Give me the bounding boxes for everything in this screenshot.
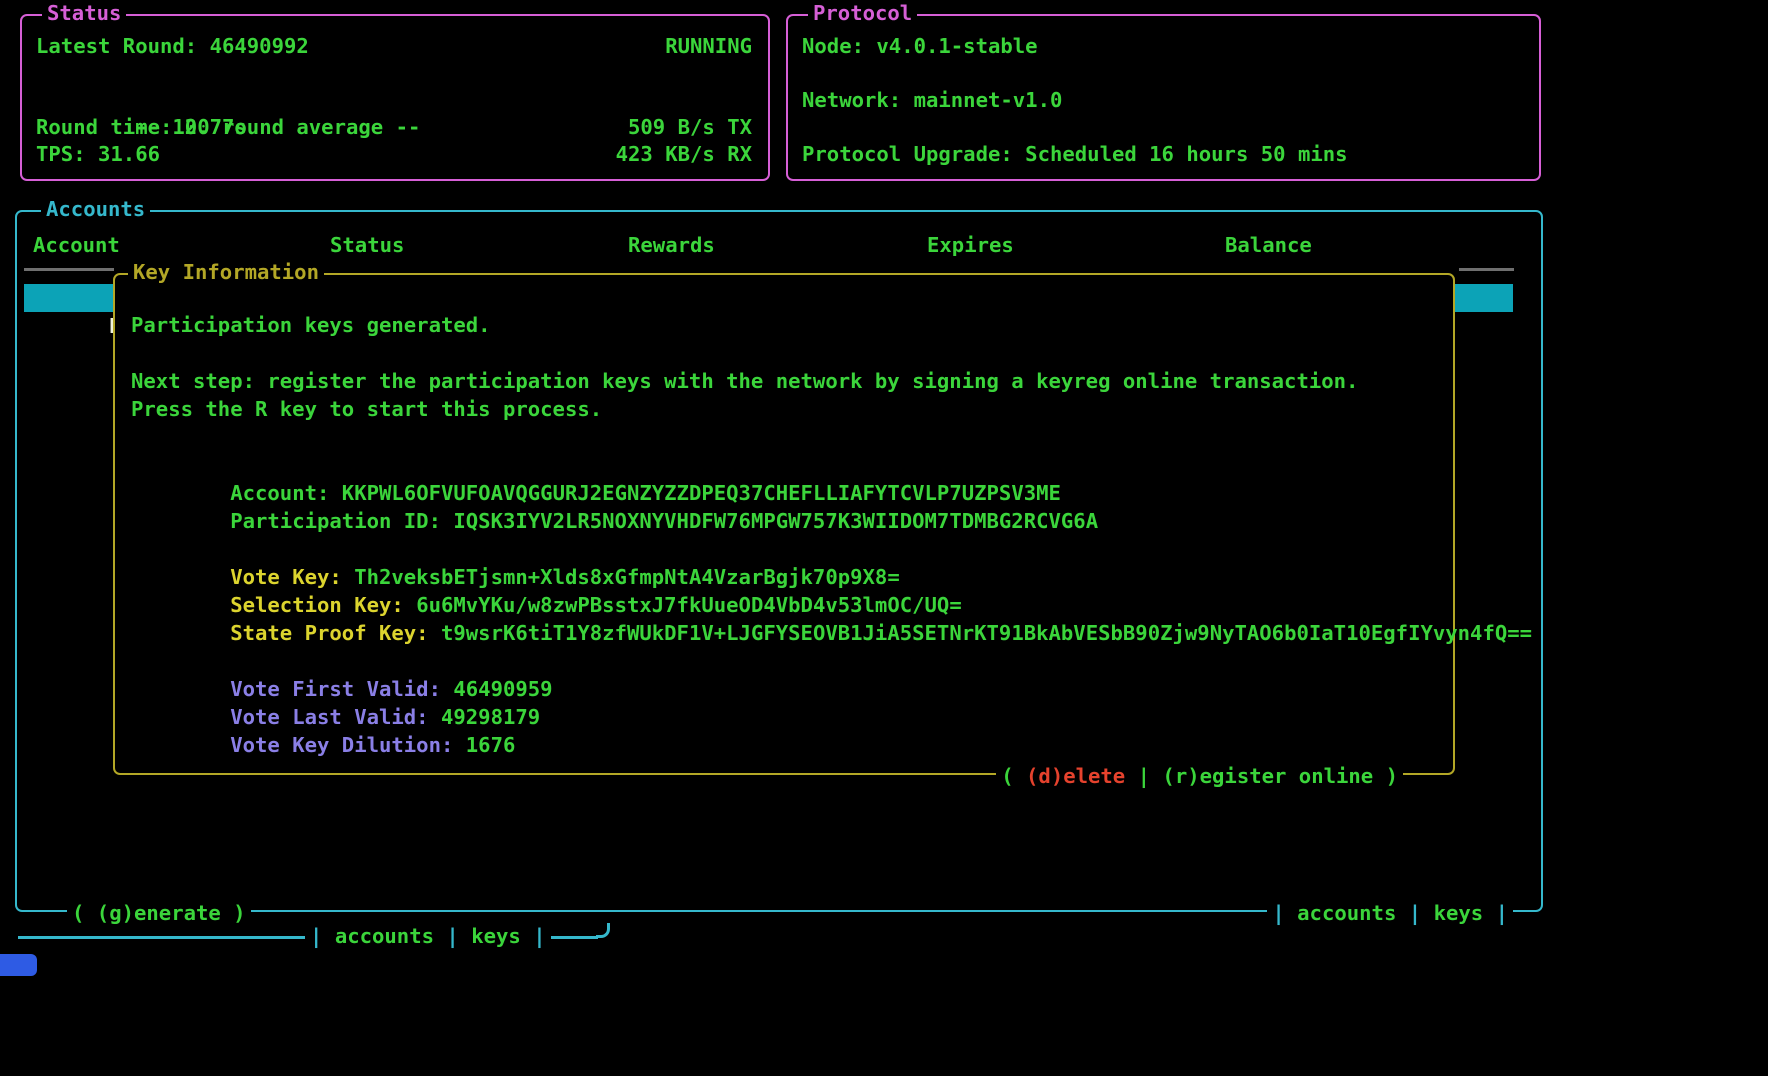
- state-proof-key-value: t9wsrK6tiT1Y8zfWUkDF1V+LJGFYSEOVB1JiA5SE…: [441, 621, 1532, 645]
- protocol-upgrade-text: Protocol Upgrade: Scheduled 16 hours 50 …: [802, 142, 1348, 166]
- tab-accounts[interactable]: accounts: [1297, 901, 1396, 925]
- tps-text: TPS: 31.66: [36, 141, 160, 168]
- header-separator-left: [24, 268, 114, 271]
- header-separator-right: [1459, 268, 1514, 271]
- generate-hint-button[interactable]: ( (g)enerate ): [67, 901, 251, 925]
- tab-pipe: |: [1272, 901, 1284, 925]
- key-information-title: Key Information: [128, 260, 324, 284]
- status-panel: Status Latest Round: 46490992 RUNNING --…: [20, 14, 770, 181]
- selection-key-label: Selection Key:: [230, 593, 404, 617]
- action-separator: |: [1125, 764, 1162, 788]
- protocol-panel: Protocol Node: v4.0.1-stable Network: ma…: [786, 14, 1541, 181]
- column-header-rewards: Rewards: [628, 233, 715, 257]
- delete-action-button[interactable]: (d)elete: [1026, 764, 1125, 788]
- column-header-balance: Balance: [1225, 233, 1312, 257]
- press-r-message: Press the R key to start this process.: [131, 397, 602, 421]
- protocol-blank-row-2: [802, 114, 1523, 141]
- column-header-expires: Expires: [927, 233, 1014, 257]
- protocol-blank-row-1: [802, 60, 1523, 87]
- tab-keys[interactable]: keys: [1434, 901, 1484, 925]
- network-text: Network: mainnet-v1.0: [802, 88, 1062, 112]
- outer-window-border-corner: [596, 923, 610, 938]
- state-proof-key-label: State Proof Key:: [230, 621, 428, 645]
- node-state-badge: RUNNING: [665, 33, 752, 60]
- key-info-blank-row-1: [131, 339, 1453, 367]
- footer-tab-keys[interactable]: keys: [471, 924, 521, 948]
- tx-rate-text: 509 B/s TX: [628, 114, 752, 141]
- tab-pipe: |: [533, 924, 545, 948]
- status-panel-body: Latest Round: 46490992 RUNNING -- 100 ro…: [22, 16, 768, 168]
- protocol-panel-title: Protocol: [808, 1, 917, 25]
- tab-pipe: |: [310, 924, 322, 948]
- vote-key-dilution-value: 1676: [466, 733, 516, 757]
- accounts-panel-tabbar: | accounts | keys |: [1267, 901, 1513, 925]
- vote-first-valid-value: 46490959: [453, 677, 552, 701]
- account-label: Account:: [230, 481, 329, 505]
- column-header-account: Account: [33, 233, 120, 257]
- footer-tabbar: | accounts | keys |: [305, 923, 551, 949]
- next-step-message: Next step: register the participation ke…: [131, 369, 1358, 393]
- account-address: KKPWL6OFVUFOAVQGGURJ2EGNZYZZDPEQ37CHEFLL…: [342, 481, 1061, 505]
- keys-generated-message: Participation keys generated.: [131, 313, 491, 337]
- vote-key-value: Th2veksbETjsmn+Xlds8xGfmpNtA4VzarBgjk70p…: [354, 565, 900, 589]
- key-information-body: Participation keys generated. Next step:…: [115, 275, 1453, 731]
- accounts-panel-title: Accounts: [41, 197, 150, 221]
- protocol-panel-body: Node: v4.0.1-stable Network: mainnet-v1.…: [788, 16, 1539, 168]
- vote-key-dilution-label: Vote Key Dilution:: [230, 733, 453, 757]
- rx-rate-text: 423 KB/s RX: [616, 141, 752, 168]
- vote-last-valid-label: Vote Last Valid:: [230, 705, 428, 729]
- round-time-text: Round time: 2.77s: [36, 114, 247, 141]
- vote-key-label: Vote Key:: [230, 565, 342, 589]
- key-info-blank-row-2: [131, 423, 1453, 451]
- vote-last-valid-value: 49298179: [441, 705, 540, 729]
- vote-first-valid-label: Vote First Valid:: [230, 677, 441, 701]
- status-panel-title: Status: [42, 1, 126, 25]
- action-open-paren: (: [1001, 764, 1026, 788]
- participation-id-label: Participation ID:: [230, 509, 441, 533]
- terminal-screen: Status Latest Round: 46490992 RUNNING --…: [0, 0, 1768, 1076]
- selection-key-value: 6u6MvYKu/w8zwPBsstxJ7fkUueOD4VbD4v53lmOC…: [416, 593, 962, 617]
- tab-pipe: |: [446, 924, 458, 948]
- tab-pipe: |: [1496, 901, 1508, 925]
- column-header-status: Status: [330, 233, 404, 257]
- latest-round-text: Latest Round: 46490992: [36, 33, 309, 60]
- register-online-action-button[interactable]: (r)egister online ): [1162, 764, 1398, 788]
- blue-indicator: [0, 954, 37, 976]
- tab-pipe: |: [1409, 901, 1421, 925]
- footer-tab-accounts[interactable]: accounts: [335, 924, 434, 948]
- key-information-dialog: Key Information Participation keys gener…: [113, 273, 1455, 775]
- dialog-action-hints: ( (d)elete | (r)egister online ): [996, 764, 1403, 788]
- participation-id-value: IQSK3IYV2LR5NOXNYVHDFW76MPGW757K3WIIDOM7…: [453, 509, 1098, 533]
- node-version-text: Node: v4.0.1-stable: [802, 34, 1038, 58]
- status-blank-row: [36, 60, 752, 87]
